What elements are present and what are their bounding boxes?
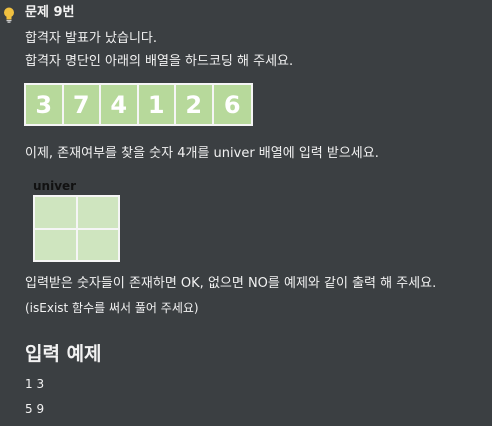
- array-cell: 6: [213, 85, 251, 124]
- array-cell: 4: [101, 85, 139, 124]
- example-heading: 입력 예제: [25, 343, 102, 365]
- array-cell: 2: [176, 85, 214, 124]
- problem-title: 문제 9번: [25, 5, 75, 20]
- univer-cell: [34, 228, 77, 261]
- instruction-univer: 이제, 존재여부를 찾을 숫자 4개를 univer 배열에 입력 받으세요.: [25, 146, 379, 161]
- univer-label: univer: [33, 179, 77, 193]
- answer-array: 3 7 4 1 2 6: [24, 83, 253, 126]
- univer-cell: [76, 228, 119, 261]
- example-line: 5 9: [25, 402, 45, 416]
- univer-grid: [33, 195, 120, 262]
- univer-cell: [76, 196, 119, 229]
- intro-text: 합격자 발표가 났습니다.: [25, 31, 157, 46]
- instruction-output: 입력받은 숫자들이 존재하면 OK, 없으면 NO를 예제와 같이 출력 해 주…: [25, 276, 437, 291]
- univer-cell: [34, 196, 77, 229]
- array-cell: 3: [26, 85, 64, 124]
- instruction-hardcode: 합격자 명단인 아래의 배열을 하드코딩 해 주세요.: [25, 54, 294, 69]
- example-line: 1 3: [25, 377, 45, 391]
- array-cell: 1: [138, 85, 176, 124]
- lightbulb-icon: [3, 7, 15, 23]
- array-cell: 7: [63, 85, 101, 124]
- instruction-isexist: (isExist 함수를 써서 풀어 주세요): [25, 301, 199, 315]
